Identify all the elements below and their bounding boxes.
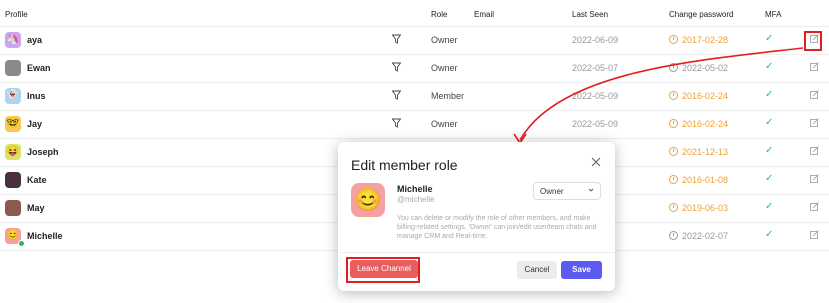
role-description: You can delete or modify the role of oth… — [397, 215, 597, 240]
member-avatar: 😊 — [351, 183, 385, 217]
edit-icon-highlight — [804, 31, 822, 51]
close-icon[interactable] — [590, 156, 602, 168]
save-button[interactable]: Save — [561, 261, 602, 279]
modal-title: Edit member role — [351, 157, 458, 173]
role-select-value: Owner — [540, 187, 564, 196]
member-name: Michelle — [397, 184, 433, 194]
member-handle: @michelle — [397, 195, 435, 204]
modal-divider — [338, 252, 615, 253]
chevron-down-icon — [588, 188, 594, 192]
cancel-button[interactable]: Cancel — [517, 261, 557, 279]
role-select[interactable]: Owner — [533, 182, 601, 200]
leave-button-highlight — [346, 257, 420, 283]
